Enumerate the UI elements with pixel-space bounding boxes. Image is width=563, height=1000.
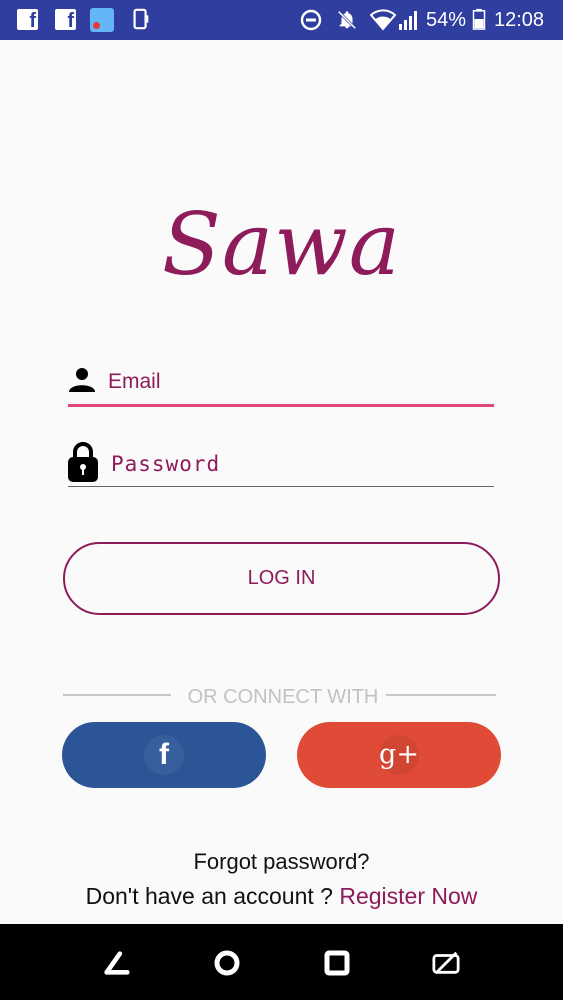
facebook-icon: f [144,735,184,775]
notifications-off-icon [337,10,357,30]
register-prompt: Don't have an account ? [85,883,340,909]
status-time: 12:08 [494,9,545,31]
divider-label: OR CONNECT WITH [187,686,379,708]
user-icon [69,368,95,392]
lock-icon [68,442,98,482]
register-line: Don't have an account ? Register Now [0,882,563,910]
phone-notification-icon [133,8,149,30]
divider-line-right [386,694,496,696]
recents-icon[interactable] [323,949,351,977]
app-logo: Sawa [161,195,402,295]
google-plus-icon: g+ [379,735,419,775]
app-notification-icon [90,8,114,32]
facebook-notification-icon: f [55,9,76,32]
password-input[interactable] [111,448,481,480]
battery-icon [472,8,486,30]
login-button[interactable]: LOG IN [63,542,500,615]
facebook-login-button[interactable]: f [62,722,266,788]
google-login-button[interactable]: g+ [297,722,501,788]
or-connect-divider: OR CONNECT WITH [63,684,496,710]
wifi-icon [370,9,396,31]
register-now-link[interactable]: Register Now [339,883,477,909]
home-icon[interactable] [213,949,241,977]
email-field [68,362,494,407]
password-field [68,442,494,487]
back-icon[interactable] [103,949,131,977]
signal-icon [399,11,417,30]
do-not-disturb-icon [300,9,322,31]
rotate-lock-icon[interactable] [432,949,460,977]
divider-line-left [63,694,171,696]
facebook-notification-icon: f [17,9,38,32]
battery-percentage: 54% [426,9,467,31]
navigation-bar [0,924,563,1000]
email-input[interactable] [108,366,478,398]
forgot-password-link[interactable]: Forgot password? [0,848,563,876]
status-bar: f f 54% 12:08 [0,0,563,40]
